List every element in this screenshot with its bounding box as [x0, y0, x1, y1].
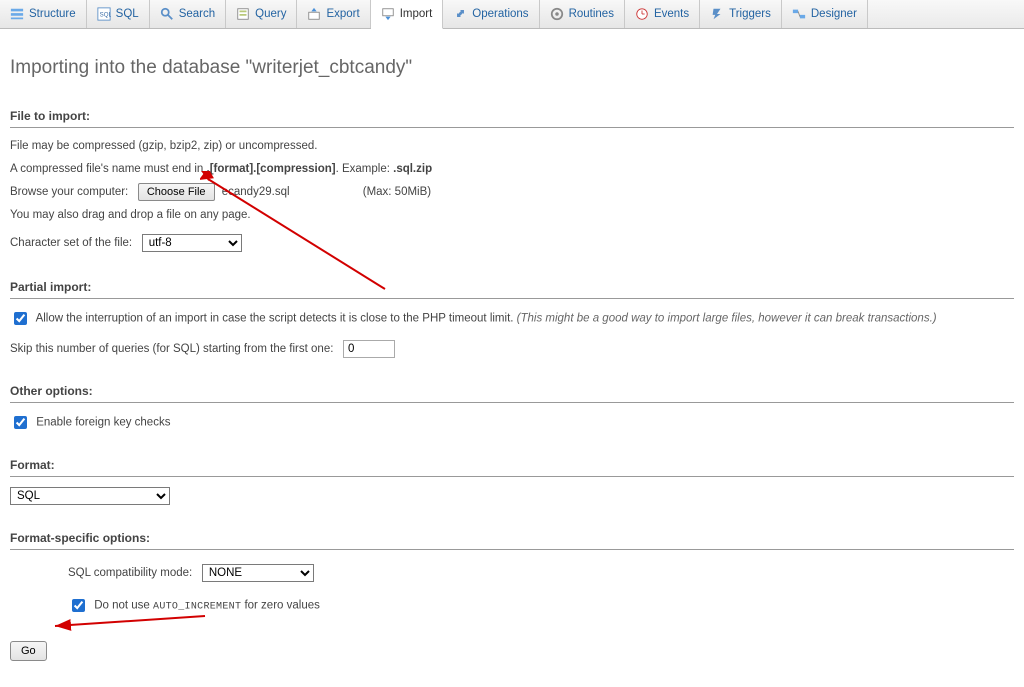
section-other-options: Other options:	[10, 382, 1014, 403]
query-icon	[236, 7, 250, 21]
import-icon	[381, 7, 395, 21]
autoincrement-row: Do not use AUTO_INCREMENT for zero value…	[68, 596, 1014, 615]
svg-text:SQL: SQL	[99, 12, 110, 19]
tab-label: Query	[255, 8, 286, 20]
tab-query[interactable]: Query	[226, 0, 297, 28]
foreign-key-checkbox[interactable]	[14, 416, 27, 429]
fk-row: Enable foreign key checks	[10, 413, 1014, 432]
file-name-hint: A compressed file's name must end in .[f…	[10, 161, 1014, 178]
tab-label: Structure	[29, 8, 76, 20]
tab-triggers[interactable]: Triggers	[700, 0, 782, 28]
skip-label: Skip this number of queries (for SQL) st…	[10, 343, 333, 355]
choose-file-button[interactable]: Choose File	[138, 183, 215, 201]
tab-label: SQL	[116, 8, 139, 20]
tab-import[interactable]: Import	[371, 0, 444, 29]
allow-interruption-label: Allow the interruption of an import in c…	[36, 313, 514, 325]
export-icon	[307, 7, 321, 21]
top-tabs: Structure SQL SQL Search Query Export Import Op…	[0, 0, 1024, 29]
tab-sql[interactable]: SQL SQL	[87, 0, 150, 28]
format-select[interactable]: SQL	[10, 487, 170, 505]
designer-icon	[792, 7, 806, 21]
tab-routines[interactable]: Routines	[540, 0, 625, 28]
tab-export[interactable]: Export	[297, 0, 370, 28]
file-compress-hint: File may be compressed (gzip, bzip2, zip…	[10, 138, 1014, 155]
structure-icon	[10, 7, 24, 21]
drag-hint: You may also drag and drop a file on any…	[10, 207, 1014, 224]
allow-interruption-checkbox[interactable]	[14, 312, 27, 325]
sql-icon: SQL	[97, 7, 111, 21]
tab-operations[interactable]: Operations	[443, 0, 539, 28]
tab-label: Search	[179, 8, 215, 20]
partial-cb-row: Allow the interruption of an import in c…	[10, 309, 1014, 328]
events-icon	[635, 7, 649, 21]
tab-label: Export	[326, 8, 359, 20]
chosen-file-name: ecandy29.sql	[222, 186, 290, 198]
routines-icon	[550, 7, 564, 21]
tab-label: Import	[400, 8, 433, 20]
browse-label: Browse your computer:	[10, 186, 128, 198]
autoincrement-checkbox[interactable]	[72, 599, 85, 612]
browse-row: Browse your computer: Choose File ecandy…	[10, 183, 1014, 201]
skip-row: Skip this number of queries (for SQL) st…	[10, 340, 1014, 358]
foreign-key-label: Enable foreign key checks	[36, 417, 170, 429]
compat-label: SQL compatibility mode:	[68, 567, 192, 579]
annotation-arrow-bottom	[45, 612, 215, 638]
compat-select[interactable]: NONE	[202, 564, 314, 582]
page-title: Importing into the database "writerjet_c…	[10, 57, 1014, 79]
section-file-to-import: File to import:	[10, 107, 1014, 128]
search-icon	[160, 7, 174, 21]
autoincrement-label-c: for zero values	[241, 600, 320, 612]
tab-label: Operations	[472, 8, 528, 20]
tab-label: Triggers	[729, 8, 771, 20]
section-format: Format:	[10, 456, 1014, 477]
allow-interruption-note: (This might be a good way to import larg…	[517, 313, 937, 325]
autoincrement-label-a: Do not use	[94, 600, 153, 612]
tab-label: Designer	[811, 8, 857, 20]
tab-events[interactable]: Events	[625, 0, 700, 28]
section-format-specific: Format-specific options:	[10, 529, 1014, 550]
skip-input[interactable]	[343, 340, 395, 358]
tab-search[interactable]: Search	[150, 0, 226, 28]
tab-label: Events	[654, 8, 689, 20]
tab-designer[interactable]: Designer	[782, 0, 868, 28]
triggers-icon	[710, 7, 724, 21]
operations-icon	[453, 7, 467, 21]
charset-select[interactable]: utf-8	[142, 234, 242, 252]
go-button[interactable]: Go	[10, 641, 47, 661]
compat-row: SQL compatibility mode: NONE	[68, 564, 1014, 582]
autoincrement-label-b: AUTO_INCREMENT	[153, 602, 241, 613]
section-partial-import: Partial import:	[10, 278, 1014, 299]
max-size: (Max: 50MiB)	[363, 186, 431, 198]
charset-label: Character set of the file:	[10, 237, 132, 249]
tab-structure[interactable]: Structure	[0, 0, 87, 28]
tab-label: Routines	[569, 8, 614, 20]
charset-row: Character set of the file: utf-8	[10, 234, 1014, 252]
